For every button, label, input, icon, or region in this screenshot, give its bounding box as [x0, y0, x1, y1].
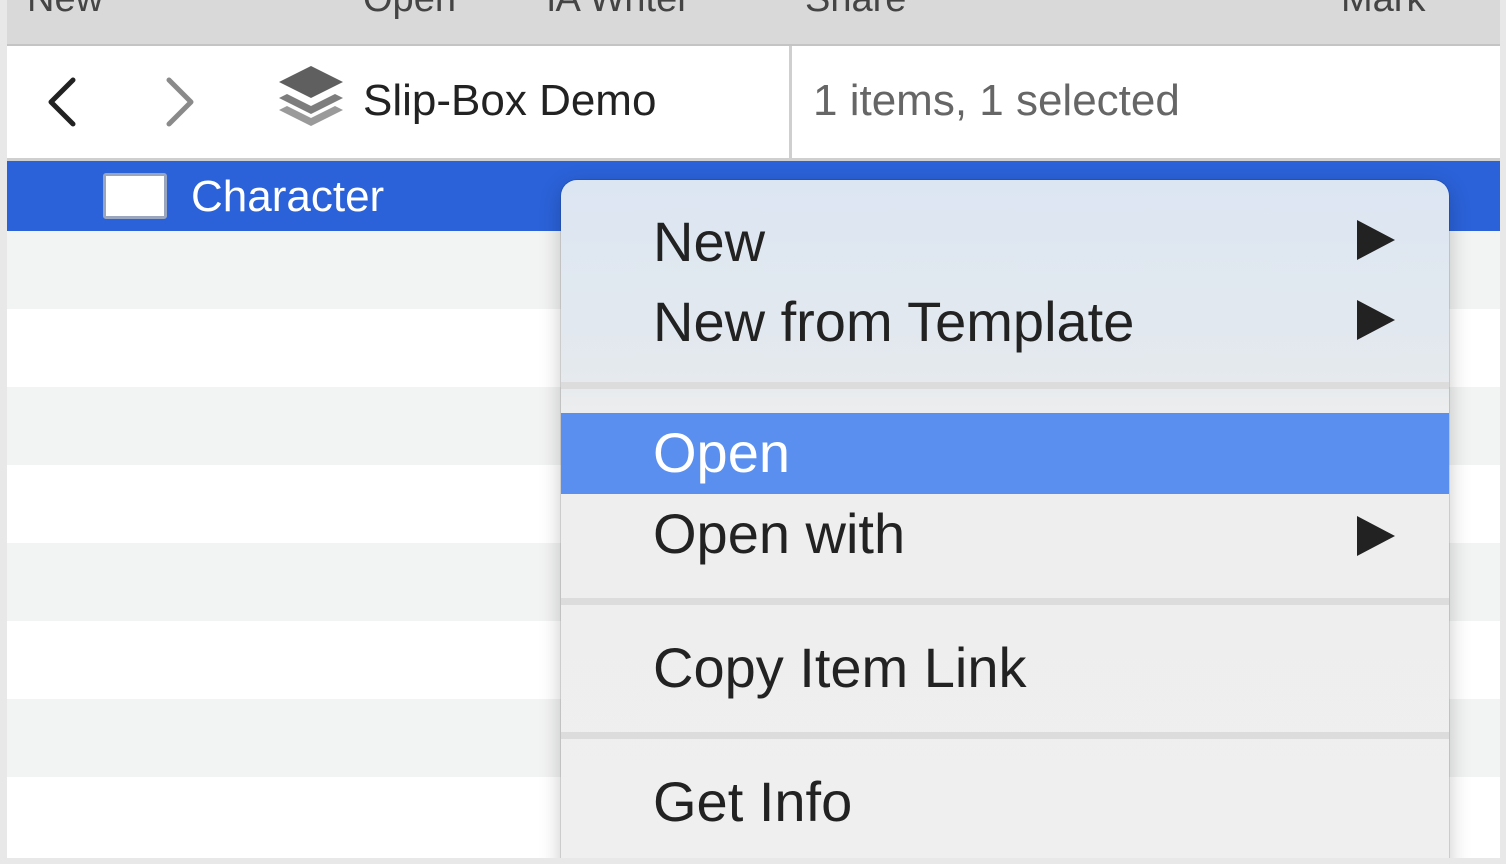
menu-separator: [561, 598, 1449, 605]
menu-item-label: Open with: [653, 502, 906, 565]
menu-item-label: Open: [653, 421, 790, 484]
back-chevron-icon[interactable]: [41, 74, 81, 130]
submenu-arrow-icon: [1357, 300, 1395, 340]
finder-window: New Open iA Writer Share Mark Slip-Box D…: [7, 0, 1500, 858]
menu-item-label: Copy Item Link: [653, 636, 1027, 699]
menu-item-new[interactable]: New: [561, 202, 1449, 282]
pane-divider: [789, 46, 792, 158]
menu-item-get-info[interactable]: Get Info: [561, 762, 1449, 844]
menu-item-label: New: [653, 210, 766, 273]
path-bar: Slip-Box Demo 1 items, 1 selected: [7, 46, 1500, 161]
menu-separator: [561, 382, 1449, 389]
submenu-arrow-icon: [1357, 516, 1395, 556]
menu-separator: [561, 732, 1449, 739]
stack-layers-icon: [279, 66, 343, 126]
selection-status: 1 items, 1 selected: [813, 76, 1180, 125]
menu-item-copy-item-link[interactable]: Copy Item Link: [561, 628, 1449, 710]
toolbar-new-button[interactable]: New: [27, 0, 103, 21]
forward-chevron-icon[interactable]: [161, 74, 201, 130]
breadcrumb-title[interactable]: Slip-Box Demo: [363, 76, 656, 126]
toolbar: New Open iA Writer Share Mark: [7, 0, 1500, 46]
toolbar-mark-button[interactable]: Mark: [1341, 0, 1425, 21]
context-menu: New New from Template Open Open with Cop…: [561, 180, 1449, 858]
menu-item-label: Get Info: [653, 770, 853, 833]
menu-item-new-from-template[interactable]: New from Template: [561, 282, 1449, 364]
menu-item-open-with[interactable]: Open with: [561, 494, 1449, 574]
toolbar-open-button[interactable]: Open: [363, 0, 456, 21]
toolbar-share-button[interactable]: Share: [805, 0, 906, 21]
menu-item-open[interactable]: Open: [561, 413, 1449, 494]
toolbar-ia-writer-button[interactable]: iA Writer: [547, 0, 690, 21]
item-icon: [103, 173, 167, 219]
menu-item-label: New from Template: [653, 290, 1135, 353]
item-name: Character: [191, 172, 385, 221]
submenu-arrow-icon: [1357, 220, 1395, 260]
